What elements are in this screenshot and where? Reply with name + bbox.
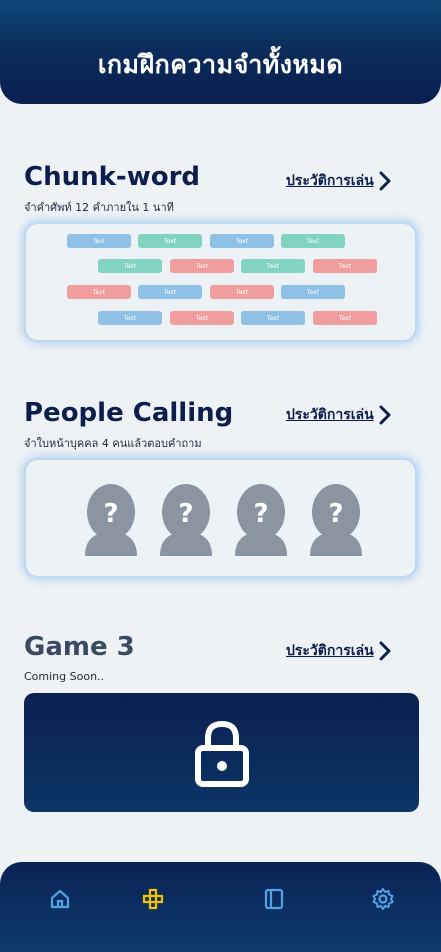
game-title-game-3: Game 3	[24, 632, 135, 662]
word-chip: Text	[67, 234, 131, 248]
word-chip: Text	[241, 311, 305, 325]
person-question-icon: ?	[310, 484, 362, 556]
word-chip: Text	[210, 285, 274, 299]
game-subtitle-chunk-word: จำคำศัพท์ 12 คำภายใน 1 นาที	[24, 201, 174, 214]
home-icon[interactable]	[48, 887, 72, 911]
blocks-icon[interactable]	[141, 887, 165, 911]
history-link-people-calling[interactable]: ประวัติการเล่น	[286, 404, 392, 426]
history-link-game-3[interactable]: ประวัติการเล่น	[286, 640, 392, 662]
word-chip: Text	[170, 311, 234, 325]
history-link-label: ประวัติการเล่น	[286, 643, 374, 659]
svg-text:?: ?	[328, 499, 343, 529]
game-title-people-calling: People Calling	[24, 398, 234, 428]
history-link-label: ประวัติการเล่น	[286, 407, 374, 423]
person-question-icon: ?	[85, 484, 137, 556]
app-header: เกมฝึกความจำทั้งหมด	[0, 0, 441, 104]
person-question-icon: ?	[235, 484, 287, 556]
history-link-chunk-word[interactable]: ประวัติการเล่น	[286, 170, 392, 192]
svg-text:?: ?	[253, 499, 268, 529]
word-chip: Text	[281, 234, 345, 248]
word-chip: Text	[170, 259, 234, 273]
game-card-locked	[24, 693, 419, 812]
bottom-tab-bar	[0, 862, 441, 952]
person-question-icon: ?	[160, 484, 212, 556]
book-icon[interactable]	[262, 887, 286, 911]
svg-text:?: ?	[178, 499, 193, 529]
lock-icon	[194, 720, 249, 787]
word-chip: Text	[138, 285, 202, 299]
word-chip: Text	[98, 259, 162, 273]
game-subtitle-people-calling: จำใบหน้าบุคคล 4 คนแล้วตอบคำถาม	[24, 437, 202, 450]
game-card-people-calling[interactable]: ? ? ? ?	[24, 458, 417, 578]
history-link-label: ประวัติการเล่น	[286, 173, 374, 189]
word-chip: Text	[313, 259, 377, 273]
gear-icon[interactable]	[371, 887, 395, 911]
game-card-chunk-word[interactable]: Text Text Text Text Text Text Text Text …	[24, 222, 417, 342]
game-subtitle-game-3: Coming Soon..	[24, 670, 105, 683]
word-chip: Text	[241, 259, 305, 273]
word-chip: Text	[281, 285, 345, 299]
chevron-right-icon	[379, 641, 391, 661]
svg-text:?: ?	[103, 499, 118, 529]
word-chip: Text	[67, 285, 131, 299]
chevron-right-icon	[379, 405, 391, 425]
page-title: เกมฝึกความจำทั้งหมด	[97, 50, 344, 79]
word-chip: Text	[210, 234, 274, 248]
word-chip: Text	[313, 311, 377, 325]
game-title-chunk-word: Chunk-word	[24, 162, 201, 192]
word-chip: Text	[98, 311, 162, 325]
word-chip: Text	[138, 234, 202, 248]
chevron-right-icon	[379, 171, 391, 191]
